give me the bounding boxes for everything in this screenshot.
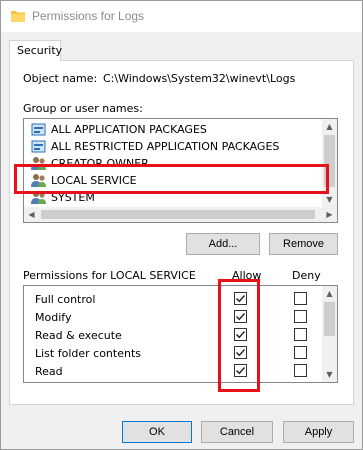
deny-checkbox[interactable] (294, 310, 307, 323)
list-item[interactable]: ALL APPLICATION PACKAGES (24, 121, 324, 138)
permission-name: Read (35, 365, 63, 378)
permission-name: List folder contents (35, 347, 141, 360)
permissions-label: Permissions for LOCAL SERVICE (23, 269, 196, 282)
apply-button[interactable]: Apply (283, 421, 354, 443)
deny-column-header: Deny (292, 269, 321, 282)
scroll-up-arrow-icon[interactable]: ▲ (322, 119, 337, 134)
list-item-label: ALL RESTRICTED APPLICATION PACKAGES (51, 140, 280, 153)
scroll-down-arrow-icon[interactable]: ▼ (322, 367, 337, 382)
permission-row: List folder contents (24, 344, 324, 362)
group-list-horizontal-scrollbar[interactable]: ◀ ▶ (24, 207, 337, 222)
group-names-label: Group or user names: (23, 102, 143, 115)
scroll-right-arrow-icon[interactable]: ▶ (322, 207, 337, 222)
object-name-value: C:\Windows\System32\winevt\Logs (103, 72, 296, 85)
object-name-label: Object name: (23, 72, 98, 85)
title-bar: Permissions for Logs (1, 1, 362, 32)
scroll-left-arrow-icon[interactable]: ◀ (24, 207, 39, 222)
window-title: Permissions for Logs (32, 9, 145, 23)
highlight-box-allow-column (218, 279, 260, 392)
scroll-down-arrow-icon[interactable]: ▼ (322, 192, 337, 207)
permission-row: Modify (24, 308, 324, 326)
tab-security[interactable]: Security (9, 40, 62, 61)
deny-checkbox[interactable] (294, 346, 307, 359)
cancel-button[interactable]: Cancel (201, 421, 273, 443)
permission-name: Full control (35, 293, 96, 306)
permissions-dialog: Permissions for Logs Security Object nam… (0, 0, 363, 450)
permission-row: Read & execute (24, 326, 324, 344)
permission-name: Read & execute (35, 329, 122, 342)
package-group-icon (31, 140, 46, 153)
deny-checkbox[interactable] (294, 328, 307, 341)
package-group-icon (31, 123, 46, 136)
permission-row: Full control (24, 290, 324, 308)
scroll-thumb[interactable] (41, 210, 315, 219)
permission-name: Modify (35, 311, 72, 324)
scroll-thumb[interactable] (324, 302, 335, 336)
list-item[interactable]: ALL RESTRICTED APPLICATION PACKAGES (24, 138, 324, 155)
add-button[interactable]: Add... (186, 233, 260, 255)
permissions-list: Full control Modify Read & execute List … (23, 285, 338, 383)
permission-row: Read (24, 362, 324, 380)
deny-checkbox[interactable] (294, 364, 307, 377)
ok-button[interactable]: OK (122, 421, 192, 443)
deny-checkbox[interactable] (294, 292, 307, 305)
scroll-up-arrow-icon[interactable]: ▲ (322, 286, 337, 301)
folder-icon (11, 11, 25, 22)
highlight-box-local-service (14, 164, 329, 194)
list-item-label: ALL APPLICATION PACKAGES (51, 123, 207, 136)
remove-button[interactable]: Remove (269, 233, 338, 255)
permissions-vertical-scrollbar[interactable]: ▲ ▼ (322, 286, 337, 382)
